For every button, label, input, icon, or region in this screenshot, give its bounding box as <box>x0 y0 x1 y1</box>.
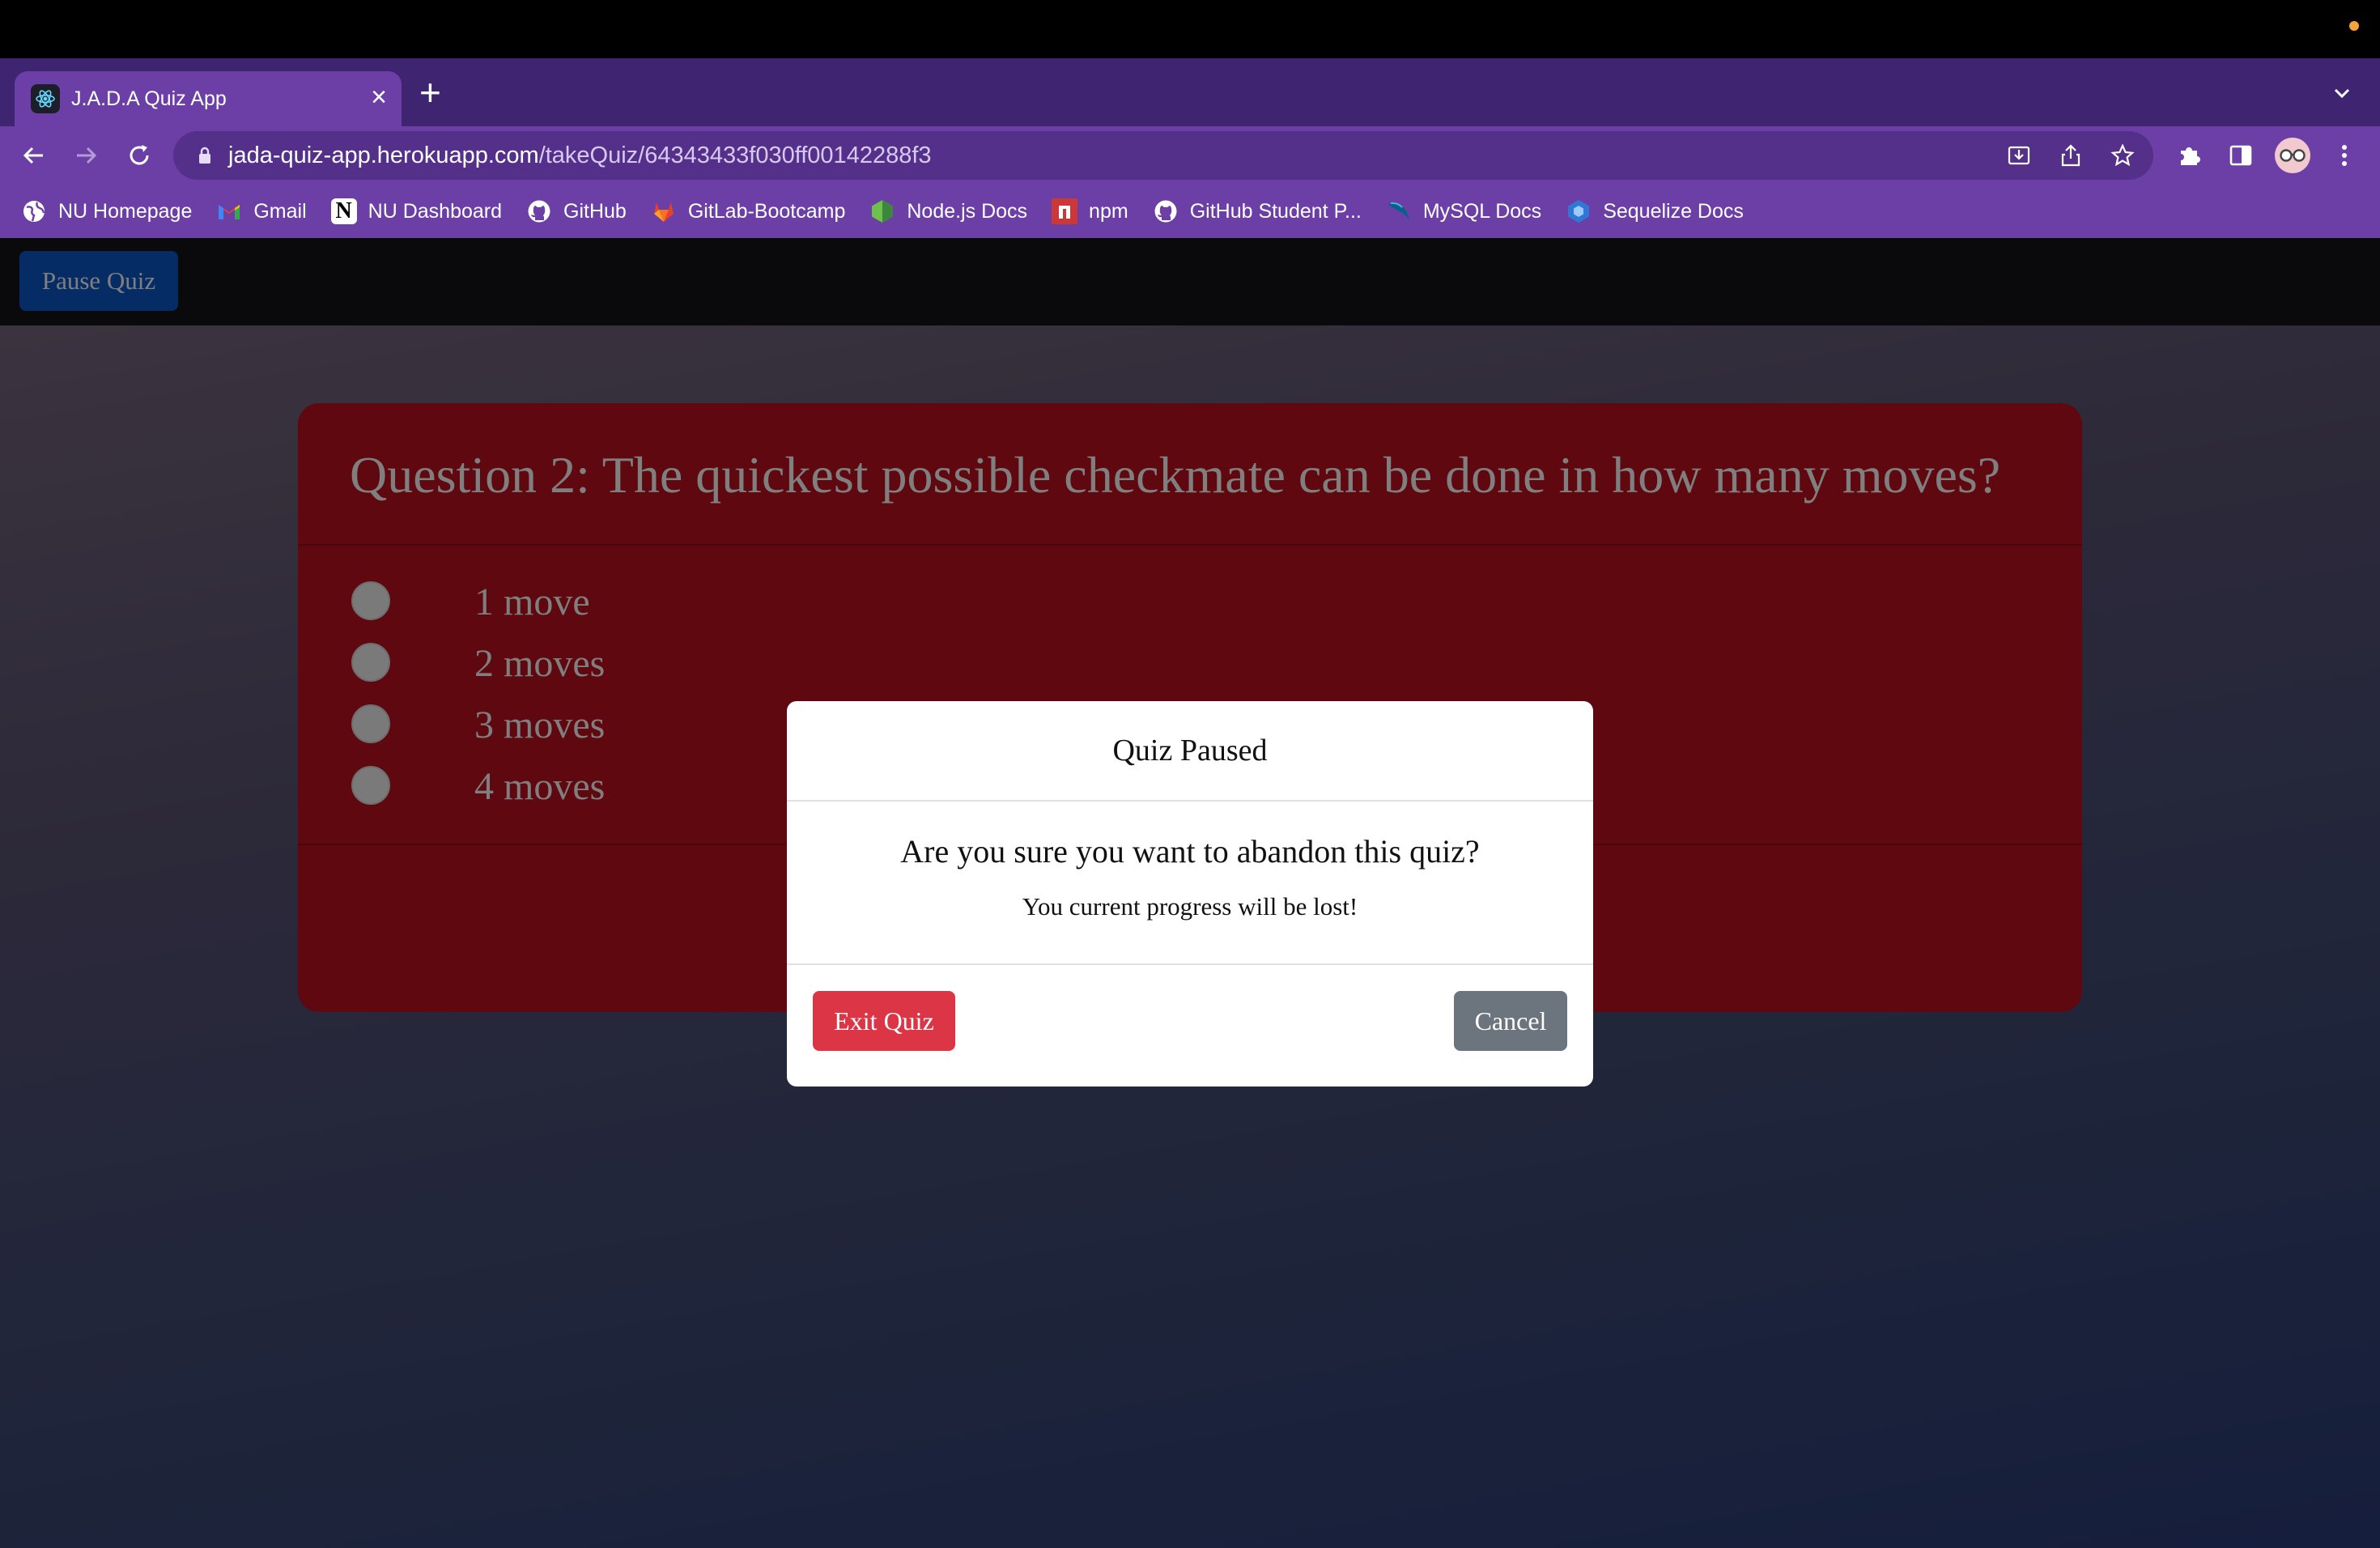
bookmark-mysql-docs[interactable]: MySQL Docs <box>1386 185 1541 238</box>
profile-avatar[interactable] <box>2275 138 2310 173</box>
tab-active[interactable]: J.A.D.A Quiz App × <box>15 71 402 126</box>
tab-close-icon[interactable]: × <box>371 81 387 113</box>
gmail-icon <box>216 198 242 224</box>
bookmark-gmail[interactable]: Gmail <box>216 185 307 238</box>
bookmark-label: Gmail <box>253 199 307 223</box>
tab-title: J.A.D.A Quiz App <box>71 87 227 110</box>
recording-indicator-icon <box>2349 21 2359 31</box>
modal-warning: You current progress will be lost! <box>1022 892 1358 921</box>
react-atom-icon <box>31 84 60 113</box>
bookmark-nu-dashboard[interactable]: N NU Dashboard <box>330 185 503 238</box>
github-icon <box>526 198 552 224</box>
nodejs-icon <box>869 198 895 224</box>
gitlab-icon <box>651 198 677 224</box>
modal-footer: Exit Quiz Cancel <box>787 965 1593 1087</box>
back-arrow-icon[interactable] <box>16 138 52 173</box>
cancel-button[interactable]: Cancel <box>1454 991 1567 1051</box>
bookmark-nodejs-docs[interactable]: Node.js Docs <box>869 185 1027 238</box>
sequelize-icon <box>1566 198 1592 224</box>
globe-icon <box>21 198 47 224</box>
bookmark-github-student[interactable]: GitHub Student P... <box>1153 185 1362 238</box>
modal-body: Are you sure you want to abandon this qu… <box>787 802 1593 965</box>
pause-modal: Quiz Paused Are you sure you want to aba… <box>787 701 1593 1087</box>
modal-header: Quiz Paused <box>787 701 1593 802</box>
side-panel-icon[interactable] <box>2223 138 2259 173</box>
forward-arrow-icon[interactable] <box>68 138 104 173</box>
modal-title: Quiz Paused <box>1112 734 1268 768</box>
page-viewport: Pause Quiz Question 2: The quickest poss… <box>0 238 2380 1548</box>
modal-question: Are you sure you want to abandon this qu… <box>900 833 1480 870</box>
bookmark-nu-homepage[interactable]: NU Homepage <box>21 185 192 238</box>
os-menu-bar <box>0 0 2380 58</box>
bookmark-label: GitHub Student P... <box>1189 199 1362 223</box>
github-icon <box>1153 198 1179 224</box>
bookmark-label: NU Homepage <box>58 199 193 223</box>
bookmark-label: GitHub <box>563 199 627 223</box>
bookmark-gitlab-bootcamp[interactable]: GitLab-Bootcamp <box>651 185 846 238</box>
tab-search-chevron-icon[interactable] <box>2331 83 2352 108</box>
url-path: /takeQuiz/64343433f030ff00142288f3 <box>538 142 932 168</box>
share-icon[interactable] <box>2056 141 2085 170</box>
bookmark-label: Node.js Docs <box>907 199 1028 223</box>
bookmarks-bar: NU Homepage Gmail N NU Dashboard GitHub … <box>0 185 2380 238</box>
npm-icon <box>1052 198 1078 224</box>
bookmark-github[interactable]: GitHub <box>526 185 627 238</box>
exit-quiz-button[interactable]: Exit Quiz <box>813 991 955 1051</box>
bookmark-label: NU Dashboard <box>368 199 503 223</box>
browser-tab-strip: J.A.D.A Quiz App × + <box>0 58 2380 126</box>
address-bar[interactable]: jada-quiz-app.herokuapp.com/takeQuiz/643… <box>173 131 2153 180</box>
notion-icon: N <box>330 198 357 224</box>
mysql-icon <box>1386 198 1412 224</box>
url-host: jada-quiz-app.herokuapp.com <box>228 142 539 168</box>
reload-icon[interactable] <box>121 138 157 173</box>
new-tab-button[interactable]: + <box>419 74 441 111</box>
browser-toolbar: jada-quiz-app.herokuapp.com/takeQuiz/643… <box>0 126 2380 185</box>
kebab-menu-icon[interactable] <box>2327 138 2362 173</box>
bookmark-npm[interactable]: npm <box>1052 185 1128 238</box>
bookmark-star-icon[interactable] <box>2108 141 2137 170</box>
bookmark-label: MySQL Docs <box>1422 199 1542 223</box>
bookmark-label: npm <box>1089 199 1128 223</box>
extensions-puzzle-icon[interactable] <box>2171 138 2207 173</box>
install-app-icon[interactable] <box>2004 141 2034 170</box>
bookmark-label: Sequelize Docs <box>1603 199 1744 223</box>
url-text[interactable]: jada-quiz-app.herokuapp.com/takeQuiz/643… <box>228 142 932 169</box>
lock-icon[interactable] <box>198 146 212 169</box>
bookmark-label: GitLab-Bootcamp <box>687 199 846 223</box>
bookmark-sequelize-docs[interactable]: Sequelize Docs <box>1566 185 1744 238</box>
